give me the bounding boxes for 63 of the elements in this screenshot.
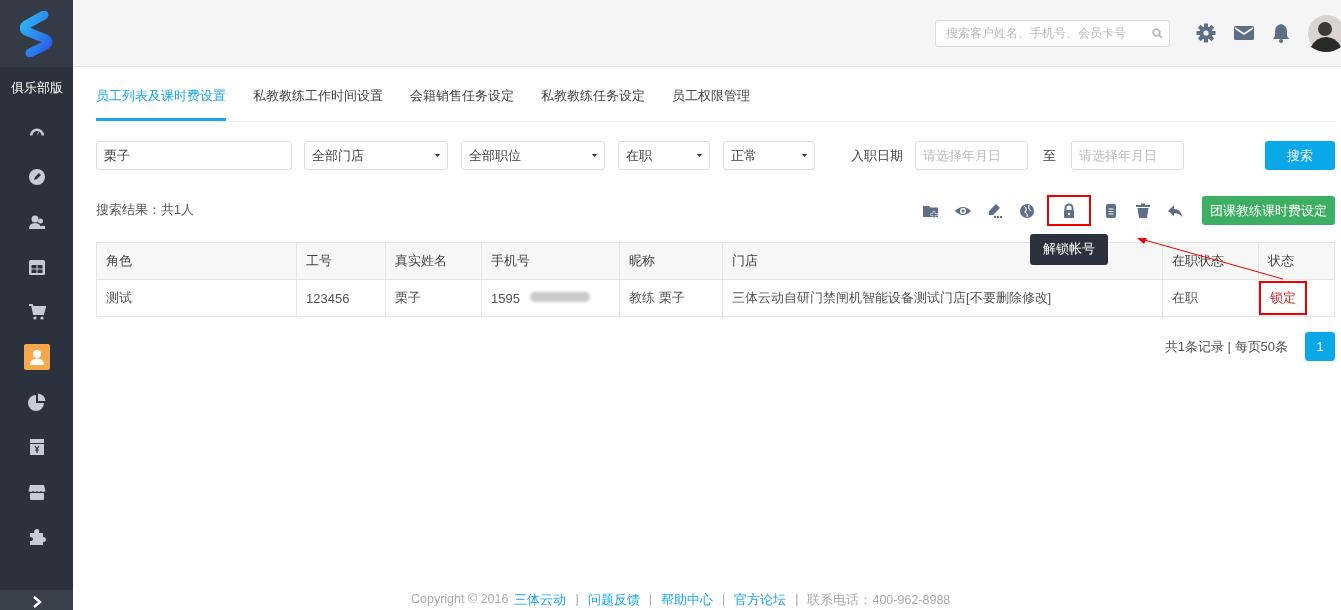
- name-field[interactable]: 栗子: [96, 141, 292, 170]
- puzzle-icon: [27, 527, 46, 546]
- tooltip: 解锁帐号: [1030, 234, 1108, 265]
- date-separator: 至: [1043, 146, 1056, 165]
- caret-icon: [435, 154, 440, 157]
- tab[interactable]: 私教教练任务设定: [541, 87, 645, 121]
- dropdown[interactable]: 在职: [618, 141, 710, 170]
- bell-icon[interactable]: [1272, 23, 1290, 43]
- eraser-icon: [987, 202, 1003, 219]
- sidebar-item[interactable]: [23, 343, 50, 370]
- column-header: 角色: [96, 242, 297, 280]
- user-icon: [27, 347, 46, 366]
- tab[interactable]: 会籍销售任务设定: [410, 87, 514, 121]
- table-cell: 在职: [1162, 279, 1259, 317]
- footer-text: Copyright © 2016: [411, 592, 509, 608]
- document-icon: [1103, 202, 1119, 219]
- date-field[interactable]: 请选择年月日: [1071, 141, 1184, 170]
- caret-icon: [697, 154, 702, 157]
- tab[interactable]: 私教教练工作时间设置: [253, 87, 383, 121]
- footer-separator: |: [575, 592, 579, 608]
- date-field[interactable]: 请选择年月日: [915, 141, 1028, 170]
- column-header: 真实姓名: [385, 242, 482, 280]
- dropdown[interactable]: 全部职位: [461, 141, 605, 170]
- table-cell: 教练 栗子: [619, 279, 723, 317]
- caret-icon: [592, 154, 597, 157]
- mail-icon[interactable]: [1234, 25, 1254, 41]
- compass-icon: [27, 167, 46, 186]
- store-icon: [27, 482, 46, 501]
- globe-icon: [1019, 202, 1035, 219]
- table-cell: 三体云动自研门禁闸机智能设备测试门店[不要删除修改]: [722, 279, 1163, 317]
- trash-icon: [1135, 202, 1151, 219]
- search-icon: [1152, 27, 1163, 39]
- search-field[interactable]: 搜索客户姓名、手机号、会员卡号: [935, 19, 1170, 47]
- brand-label: 俱乐部版: [10, 80, 63, 97]
- column-header: 昵称: [619, 242, 723, 280]
- footer-separator: |: [795, 592, 799, 608]
- cart-icon: [27, 302, 46, 321]
- footer-separator: |: [721, 592, 726, 608]
- column-header: 工号: [296, 242, 386, 280]
- column-header: 状态: [1258, 242, 1335, 280]
- table-cell: 123456: [296, 279, 386, 317]
- logo-icon: [19, 10, 54, 57]
- dropdown[interactable]: 正常: [723, 141, 815, 170]
- result-summary: 搜索结果：共1人: [96, 202, 194, 219]
- pie-chart-icon: [27, 392, 46, 411]
- status-text: 锁定: [1259, 281, 1308, 315]
- tab[interactable]: 员工权限管理: [672, 87, 750, 121]
- footer-separator: |: [648, 592, 652, 608]
- table-cell: 测试: [96, 279, 297, 317]
- cash-box-icon: [27, 437, 46, 456]
- dropdown[interactable]: 全部门店: [304, 141, 448, 170]
- pagination-summary: 共1条记录 | 每页50条: [1164, 337, 1288, 356]
- table-cell: 栗子: [385, 279, 482, 317]
- footer-text: 联系电话：400-962-8988: [807, 592, 951, 609]
- column-header: 手机号: [481, 242, 620, 280]
- settings-icon[interactable]: [1196, 23, 1216, 43]
- calendar-icon: [27, 257, 46, 276]
- speedometer-icon: [27, 127, 46, 136]
- date-label: 入职日期: [851, 146, 903, 165]
- caret-icon: [802, 154, 807, 157]
- lock-icon: [1061, 202, 1077, 219]
- avatar[interactable]: [1308, 14, 1341, 52]
- collapse-bar[interactable]: [0, 590, 73, 610]
